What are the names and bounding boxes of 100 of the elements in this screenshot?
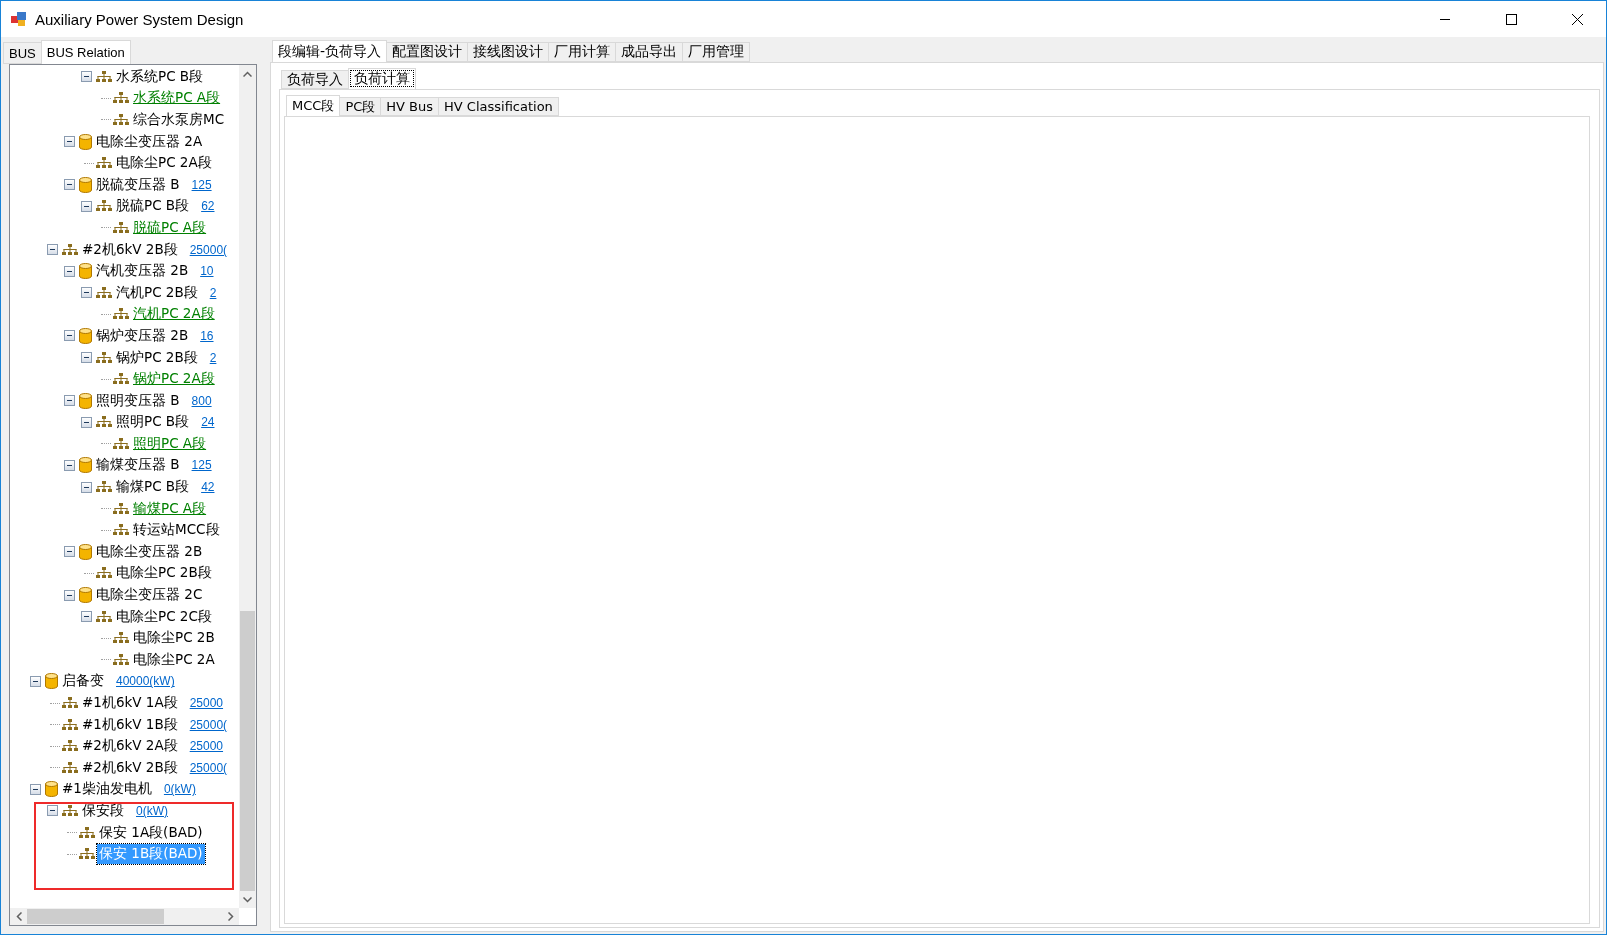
- tree-item[interactable]: 照明变压器 B: [94, 390, 182, 411]
- tree-item[interactable]: 电除尘变压器 2C: [94, 585, 205, 606]
- collapse-toggle[interactable]: [64, 546, 75, 558]
- capacity-link[interactable]: 10: [200, 264, 214, 279]
- capacity-link[interactable]: 62: [201, 199, 215, 214]
- capacity-link[interactable]: 800: [191, 393, 212, 408]
- tree-item[interactable]: 脱硫PC A段: [131, 217, 209, 238]
- tree-item[interactable]: 锅炉PC 2B段: [114, 347, 200, 368]
- collapse-toggle[interactable]: [64, 265, 75, 277]
- tree-item[interactable]: #2机6kV 2A段: [80, 736, 180, 757]
- capacity-link[interactable]: 25000(: [189, 717, 228, 732]
- tree-item[interactable]: 电除尘变压器 2B: [94, 541, 205, 562]
- tab[interactable]: HV Classification: [438, 97, 559, 116]
- collapse-toggle[interactable]: [64, 136, 75, 148]
- scroll-up-icon[interactable]: [243, 70, 252, 77]
- collapse-toggle[interactable]: [47, 805, 58, 817]
- tree-item[interactable]: 电除尘变压器 2A: [94, 131, 205, 152]
- collapse-toggle[interactable]: [81, 481, 92, 493]
- tree-item[interactable]: 锅炉PC 2A段: [131, 369, 217, 390]
- tree-item[interactable]: 输煤变压器 B: [94, 455, 182, 476]
- tree-item[interactable]: #1柴油发电机: [60, 779, 154, 800]
- tree-item[interactable]: 水系统PC A段: [131, 88, 223, 109]
- network-icon: [62, 718, 78, 731]
- tab[interactable]: 成品导出: [615, 42, 684, 62]
- tab[interactable]: HV Bus: [380, 97, 440, 116]
- tree-item[interactable]: 汽机变压器 2B: [94, 261, 191, 282]
- capacity-link[interactable]: 0(kW): [136, 804, 168, 818]
- capacity-link[interactable]: 25000: [189, 696, 224, 710]
- scroll-left-icon[interactable]: [15, 912, 22, 921]
- tree-item[interactable]: 保安段: [80, 801, 126, 821]
- tree-item[interactable]: 综合水泵房MC: [131, 110, 227, 130]
- collapse-toggle[interactable]: [64, 589, 75, 601]
- capacity-link[interactable]: 16: [200, 328, 214, 343]
- tab[interactable]: 负荷计算: [348, 68, 416, 89]
- tree-item[interactable]: 保安 1A段(BAD): [97, 822, 205, 843]
- capacity-link[interactable]: 0(kW): [163, 782, 196, 797]
- vertical-scrollbar[interactable]: [239, 65, 256, 908]
- tab[interactable]: BUS: [3, 42, 42, 64]
- tree-item[interactable]: 水系统PC B段: [114, 66, 206, 87]
- tab[interactable]: 厂用管理: [682, 42, 751, 62]
- tree-item[interactable]: 汽机PC 2A段: [131, 304, 217, 325]
- capacity-link[interactable]: 25000(: [189, 760, 228, 775]
- network-icon: [113, 92, 129, 105]
- tree-item[interactable]: 转运站MCC段: [131, 520, 222, 541]
- tree-item[interactable]: #1机6kV 1B段: [80, 714, 180, 735]
- tab[interactable]: 厂用计算: [548, 42, 617, 62]
- tab[interactable]: BUS Relation: [40, 40, 131, 64]
- network-icon: [113, 114, 129, 126]
- capacity-link[interactable]: 2: [209, 285, 217, 300]
- collapse-toggle[interactable]: [81, 352, 92, 363]
- collapse-toggle[interactable]: [30, 783, 41, 795]
- tab[interactable]: 接线图设计: [467, 42, 550, 62]
- tree-item[interactable]: 照明PC B段: [114, 412, 192, 433]
- tree-item[interactable]: 汽机PC 2B段: [114, 282, 200, 303]
- tab[interactable]: 负荷导入: [281, 70, 349, 89]
- capacity-link[interactable]: 24: [201, 415, 215, 430]
- cylinder-icon: [79, 457, 92, 474]
- capacity-link[interactable]: 125: [191, 177, 212, 192]
- scroll-right-icon[interactable]: [227, 912, 234, 921]
- network-icon: [79, 848, 95, 861]
- collapse-toggle[interactable]: [81, 200, 92, 212]
- tab[interactable]: 段编辑-负荷导入: [272, 40, 388, 62]
- tree-item[interactable]: #2机6kV 2B段: [80, 757, 180, 778]
- collapse-toggle[interactable]: [81, 71, 92, 83]
- tree-item[interactable]: 启备变: [60, 671, 106, 692]
- collapse-toggle[interactable]: [64, 395, 75, 407]
- capacity-link[interactable]: 25000: [189, 739, 224, 754]
- tree-item[interactable]: 电除尘PC 2B段: [114, 563, 214, 584]
- capacity-link[interactable]: 25000(: [189, 242, 228, 257]
- tree-item[interactable]: 电除尘PC 2A: [131, 649, 217, 670]
- collapse-toggle[interactable]: [64, 330, 75, 342]
- capacity-link[interactable]: 2: [209, 350, 217, 365]
- tree-item[interactable]: #1机6kV 1A段: [80, 693, 180, 713]
- tree-item[interactable]: #2机6kV 2B段: [80, 239, 180, 260]
- collapse-toggle[interactable]: [64, 460, 75, 471]
- horizontal-scrollbar[interactable]: [10, 908, 239, 925]
- collapse-toggle[interactable]: [81, 287, 92, 299]
- tree-item[interactable]: 电除尘PC 2B: [131, 628, 217, 649]
- capacity-link[interactable]: 125: [191, 458, 212, 473]
- tree-item[interactable]: 输煤PC A段: [131, 498, 209, 519]
- network-icon: [96, 70, 112, 83]
- tree-item[interactable]: 电除尘PC 2A段: [114, 153, 214, 174]
- tree-item[interactable]: 脱硫变压器 B: [94, 174, 182, 195]
- network-icon: [96, 200, 112, 213]
- collapse-toggle[interactable]: [81, 416, 92, 428]
- collapse-toggle[interactable]: [47, 244, 58, 256]
- tab[interactable]: MCC段: [286, 95, 341, 116]
- tree-item[interactable]: 电除尘PC 2C段: [114, 606, 214, 627]
- tree-item[interactable]: 锅炉变压器 2B: [94, 325, 191, 346]
- collapse-toggle[interactable]: [81, 611, 92, 623]
- tab[interactable]: PC段: [339, 97, 382, 116]
- tree-item[interactable]: 照明PC A段: [131, 433, 209, 454]
- capacity-link[interactable]: 40000(kW): [116, 674, 175, 689]
- tree-item[interactable]: 脱硫PC B段: [114, 196, 192, 217]
- tab[interactable]: 配置图设计: [386, 42, 469, 62]
- capacity-link[interactable]: 42: [201, 480, 215, 495]
- collapse-toggle[interactable]: [64, 179, 75, 191]
- collapse-toggle[interactable]: [30, 675, 41, 687]
- tree-item[interactable]: 输煤PC B段: [114, 477, 192, 498]
- scroll-down-icon[interactable]: [243, 896, 252, 903]
